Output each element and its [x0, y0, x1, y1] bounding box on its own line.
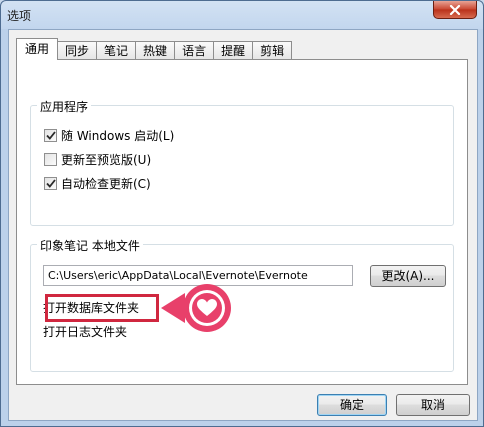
checkmark-icon [45, 179, 56, 188]
tab-language[interactable]: 语言 [174, 41, 215, 60]
tab-reminders[interactable]: 提醒 [213, 41, 254, 60]
change-path-button[interactable]: 更改(A)... [370, 265, 446, 287]
tab-general[interactable]: 通用 [16, 38, 59, 60]
autoupdate-checkbox[interactable] [44, 177, 57, 190]
tab-panel-general: 应用程序 随 Windows 启动(L) 更新至预览版(U) 自动检查更新(C)… [16, 59, 468, 385]
preview-checkbox[interactable] [44, 153, 57, 166]
local-files-group-label: 印象笔记 本地文件 [37, 237, 143, 254]
window-title: 选项 [7, 9, 32, 23]
close-icon [449, 4, 461, 15]
tab-hotkeys[interactable]: 热键 [135, 41, 176, 60]
open-log-folder-link[interactable]: 打开日志文件夹 [43, 323, 127, 340]
preview-checkbox-row[interactable]: 更新至预览版(U) [44, 151, 151, 168]
cancel-button[interactable]: 取消 [396, 394, 470, 416]
checkmark-icon [45, 131, 56, 140]
preview-label: 更新至预览版(U) [61, 153, 152, 167]
highlight-box [45, 294, 159, 322]
tab-sync[interactable]: 同步 [57, 41, 98, 60]
dialog-client: 通用 同步 笔记 热键 语言 提醒 剪辑 应用程序 随 Windows 启动(L… [8, 29, 478, 421]
autoupdate-label: 自动检查更新(C) [61, 177, 151, 191]
app-group: 应用程序 随 Windows 启动(L) 更新至预览版(U) 自动检查更新(C) [30, 98, 454, 226]
tab-clipper[interactable]: 剪辑 [252, 41, 293, 60]
ok-button[interactable]: 确定 [317, 394, 387, 416]
options-window: 选项 通用 同步 笔记 热键 语言 提醒 剪辑 应用程序 随 Windows 启… [0, 0, 484, 427]
tab-strip: 通用 同步 笔记 热键 语言 提醒 剪辑 [16, 38, 293, 60]
startup-checkbox-row[interactable]: 随 Windows 启动(L) [44, 127, 174, 144]
startup-checkbox[interactable] [44, 129, 57, 142]
app-group-label: 应用程序 [37, 98, 92, 115]
pointer-marker [161, 284, 231, 332]
autoupdate-checkbox-row[interactable]: 自动检查更新(C) [44, 175, 151, 192]
startup-label: 随 Windows 启动(L) [61, 129, 175, 143]
close-button[interactable] [433, 1, 477, 19]
tab-notes[interactable]: 笔记 [96, 41, 137, 60]
